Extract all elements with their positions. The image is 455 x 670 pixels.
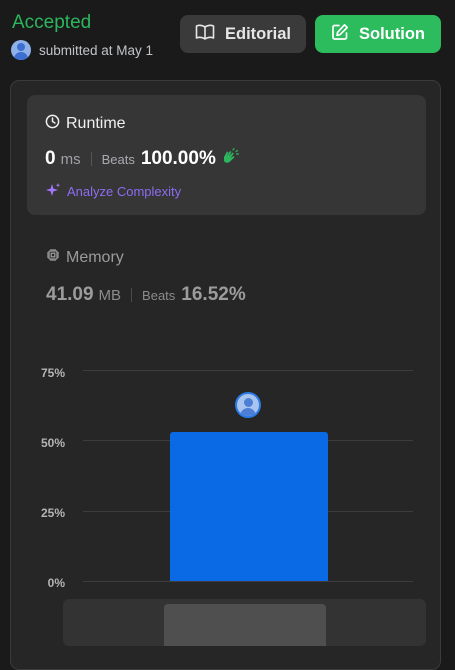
chip-icon [46,248,60,267]
user-position-icon [235,392,261,418]
runtime-beats-label: Beats [101,152,135,167]
runtime-stats: 0 ms Beats 100.00% [45,147,239,170]
runtime-card[interactable]: Runtime 0 ms Beats 100.00% Analyze Compl… [27,95,426,215]
editorial-label: Editorial [224,24,291,43]
divider [131,288,133,302]
memory-title-text: Memory [66,248,124,266]
clapping-hands-icon [221,147,239,170]
runtime-title-text: Runtime [66,115,126,132]
runtime-title: Runtime [45,114,126,134]
y-tick-label: 0% [47,576,65,590]
analyze-complexity-label: Analyze Complexity [67,184,182,199]
clock-icon [45,114,60,134]
y-tick-label: 75% [40,366,65,380]
runtime-value: 0 [45,148,56,169]
memory-title[interactable]: Memory [46,248,124,267]
gridline [83,581,413,582]
y-tick-label: 25% [40,506,65,520]
distribution-bar[interactable] [170,431,328,581]
runtime-unit: ms [60,151,81,168]
analyze-complexity-link[interactable]: Analyze Complexity [45,182,181,201]
sparkle-icon [45,182,61,201]
y-tick-label: 50% [40,436,65,450]
submission-status: Accepted [12,12,92,33]
memory-unit: MB [98,287,122,304]
memory-beats-value: 16.52% [181,284,246,305]
submission-info: submitted at May 1 [11,40,153,60]
memory-value: 41.09 [46,284,94,305]
submitted-text: submitted at May 1 [39,42,154,58]
solution-button[interactable]: Solution [315,15,441,53]
editorial-button[interactable]: Editorial [180,15,306,53]
memory-stats: 41.09 MB Beats 16.52% [46,284,246,306]
divider [90,152,92,166]
solution-label: Solution [359,24,425,43]
gridline [83,370,413,371]
chart-range-handle[interactable] [164,604,326,646]
user-avatar-icon[interactable] [11,40,31,60]
edit-icon [331,23,349,46]
book-icon [195,23,215,46]
runtime-beats-value: 100.00% [140,148,216,169]
memory-beats-label: Beats [142,288,176,303]
